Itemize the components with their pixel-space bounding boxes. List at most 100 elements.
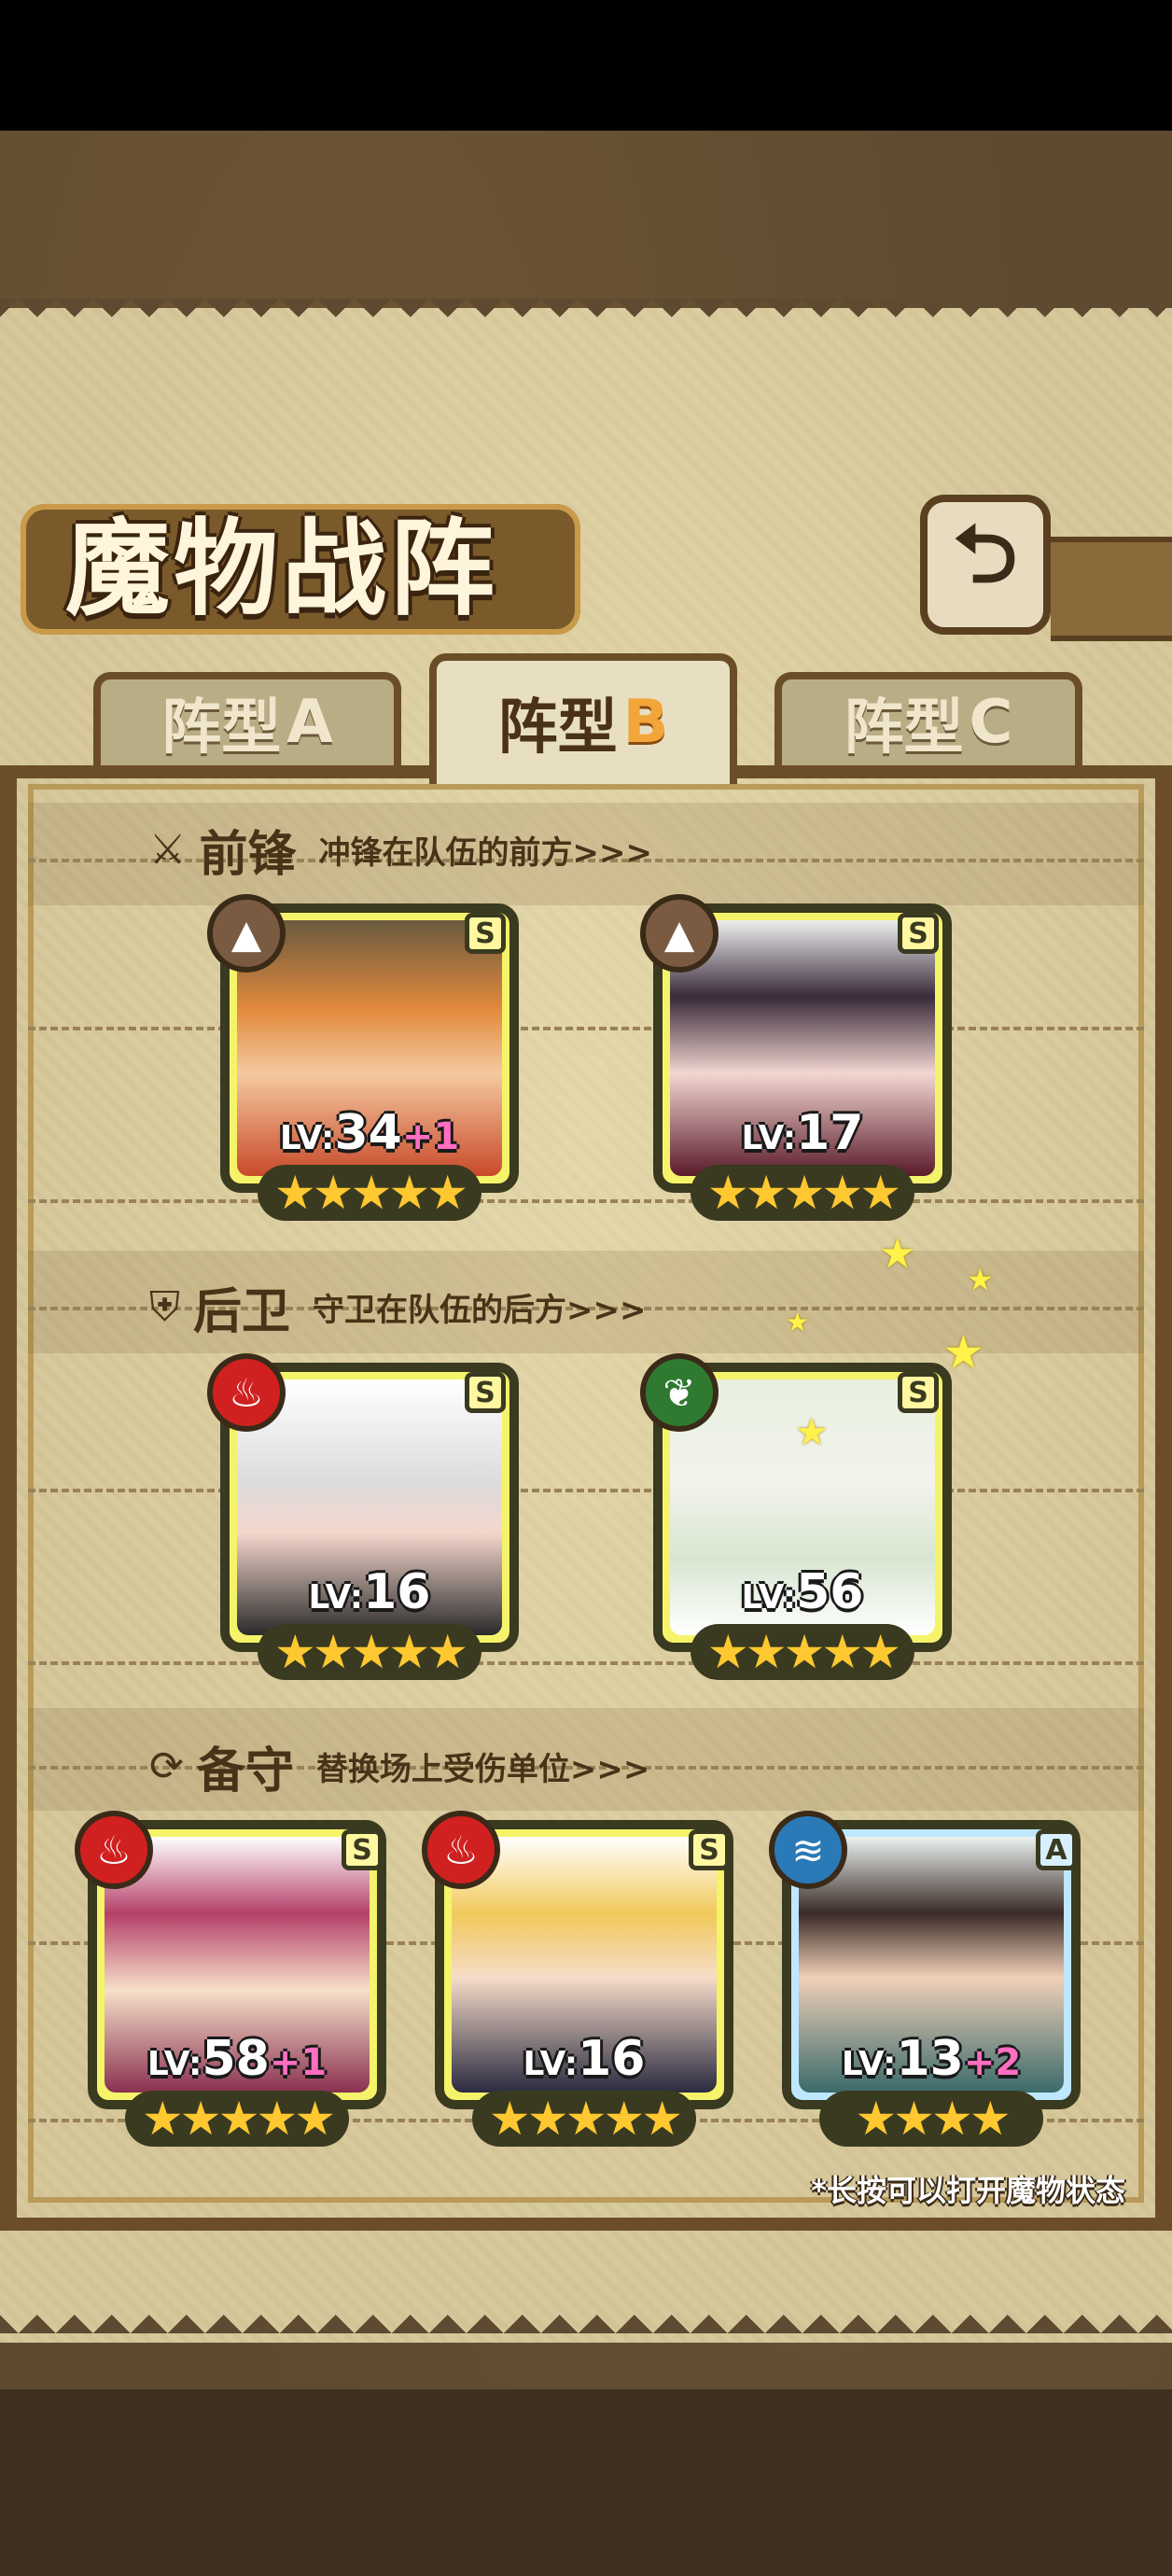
level-prefix: LV: — [741, 1119, 797, 1157]
star-icon: ★ — [969, 2092, 1012, 2146]
level-prefix: LV: — [741, 1578, 797, 1617]
sparkle-icon: ★ — [967, 1262, 994, 1297]
fire-element-icon: ♨ — [75, 1811, 153, 1889]
rank-badge: S — [898, 1372, 939, 1413]
return-arrow-icon: ⮌ — [953, 508, 1018, 601]
divider — [28, 1489, 1144, 1492]
star-icon: ★ — [859, 1625, 901, 1679]
fire-element-icon: ♨ — [207, 1353, 286, 1432]
star-icon: ★ — [821, 1166, 863, 1220]
level-value: 17 — [796, 1105, 864, 1161]
star-icon: ★ — [641, 2092, 683, 2146]
level-bonus: +1 — [401, 1115, 460, 1158]
section-reserve: ⟳ 备守 替换场上受伤单位>>> — [149, 1738, 650, 1799]
sparkle-icon: ★ — [786, 1307, 810, 1337]
monster-card[interactable]: S ▲ LV:17 ★ ★ ★ ★ ★ — [640, 894, 952, 1221]
earth-element-icon: ▲ — [640, 894, 719, 973]
divider — [28, 1027, 1144, 1030]
level-value: 56 — [796, 1564, 864, 1620]
level-label: LV:16 — [220, 1564, 519, 1620]
section-title: 备守 — [196, 1742, 294, 1799]
star-icon: ★ — [526, 2092, 569, 2146]
level-prefix: LV: — [841, 2045, 897, 2083]
star-icon: ★ — [745, 1625, 788, 1679]
level-value: 58 — [202, 2031, 270, 2087]
section-desc: 替换场上受伤单位>>> — [315, 1750, 650, 1788]
star-rating: ★ ★ ★ ★ ★ — [125, 2091, 349, 2147]
rank-badge: S — [898, 913, 939, 954]
star-icon: ★ — [603, 2092, 645, 2146]
star-icon: ★ — [783, 1166, 826, 1220]
level-prefix: LV: — [146, 2045, 202, 2083]
star-icon: ★ — [859, 1166, 901, 1220]
rank-badge: A — [1036, 1829, 1077, 1870]
star-icon: ★ — [294, 2092, 336, 2146]
monster-card[interactable]: S ♨ LV:16 ★ ★ ★ ★ ★ — [207, 1353, 519, 1680]
level-label: LV:56 — [653, 1564, 952, 1620]
section-desc: 冲锋在队伍的前方>>> — [318, 833, 652, 872]
level-value: 34 — [334, 1105, 402, 1161]
tab-label: 阵型 — [497, 693, 618, 763]
level-bonus: +1 — [269, 2041, 328, 2084]
monster-card[interactable]: S ❦ LV:56 ★ ★ ★ ★ ★ — [640, 1353, 952, 1680]
water-element-icon: ≋ — [769, 1811, 847, 1889]
star-icon: ★ — [745, 1166, 788, 1220]
tab-formation-a[interactable]: 阵型 A — [93, 672, 401, 765]
star-icon: ★ — [388, 1166, 430, 1220]
level-prefix: LV: — [523, 2045, 579, 2083]
monster-card[interactable]: S ♨ LV:16 ★ ★ ★ ★ ★ — [422, 1811, 743, 2147]
section-vanguard: ⚔ 前锋 冲锋在队伍的前方>>> — [149, 821, 652, 883]
star-icon: ★ — [179, 2092, 222, 2146]
star-rating: ★ ★ ★ ★ ★ — [258, 1624, 481, 1680]
monster-card[interactable]: S ♨ LV:58+1 ★ ★ ★ ★ ★ — [75, 1811, 396, 2147]
section-desc: 守卫在队伍的后方>>> — [313, 1291, 647, 1329]
status-bar — [0, 0, 1172, 131]
map-background-lower — [0, 2389, 1172, 2576]
shield-icon: ⛨ — [149, 1282, 180, 1331]
star-icon: ★ — [821, 1625, 863, 1679]
tab-formation-c[interactable]: 阵型 C — [774, 672, 1082, 765]
star-icon: ★ — [273, 1166, 316, 1220]
hint-text: *长按可以打开魔物状态 — [811, 2173, 1125, 2208]
fire-element-icon: ♨ — [422, 1811, 500, 1889]
back-button[interactable]: ⮌ — [920, 495, 1051, 635]
star-icon: ★ — [141, 2092, 184, 2146]
section-title: 后卫 — [193, 1282, 291, 1340]
star-rating: ★ ★ ★ ★ ★ — [258, 1165, 481, 1221]
star-icon: ★ — [706, 1166, 749, 1220]
rank-badge: S — [342, 1829, 383, 1870]
star-icon: ★ — [312, 1166, 355, 1220]
star-icon: ★ — [217, 2092, 260, 2146]
divider — [28, 1661, 1144, 1665]
wind-element-icon: ❦ — [640, 1353, 719, 1432]
tab-label: 阵型 — [844, 693, 964, 763]
tab-formation-b[interactable]: 阵型 B — [429, 653, 737, 784]
section-rearguard: ⛨ 后卫 守卫在队伍的后方>>> — [149, 1279, 647, 1340]
star-icon: ★ — [706, 1625, 749, 1679]
parchment-edge-top — [0, 299, 1172, 336]
rank-badge: S — [689, 1829, 730, 1870]
star-icon: ★ — [783, 1625, 826, 1679]
star-icon: ★ — [426, 1625, 468, 1679]
star-icon: ★ — [350, 1625, 393, 1679]
level-label: LV:17 — [653, 1105, 952, 1161]
star-icon: ★ — [855, 2092, 897, 2146]
star-icon: ★ — [426, 1166, 468, 1220]
monster-card[interactable]: S ▲ LV:34+1 ★ ★ ★ ★ ★ — [207, 894, 519, 1221]
sparkle-icon: ★ — [942, 1325, 984, 1379]
back-button-rail — [1051, 537, 1172, 641]
star-icon: ★ — [388, 1625, 430, 1679]
level-value: 16 — [363, 1564, 431, 1620]
star-icon: ★ — [273, 1625, 316, 1679]
sword-icon: ⚔ — [149, 825, 187, 874]
sparkle-icon: ★ — [795, 1411, 829, 1454]
star-rating: ★ ★ ★ ★ ★ — [691, 1624, 914, 1680]
rank-badge: S — [465, 913, 506, 954]
earth-element-icon: ▲ — [207, 894, 286, 973]
level-label: LV:34+1 — [220, 1105, 519, 1161]
level-value: 13 — [896, 2031, 964, 2087]
tab-letter: B — [622, 688, 669, 757]
level-label: LV:58+1 — [88, 2031, 386, 2087]
monster-card[interactable]: A ≋ LV:13+2 ★ ★ ★ ★ — [769, 1811, 1090, 2147]
star-icon: ★ — [893, 2092, 935, 2146]
